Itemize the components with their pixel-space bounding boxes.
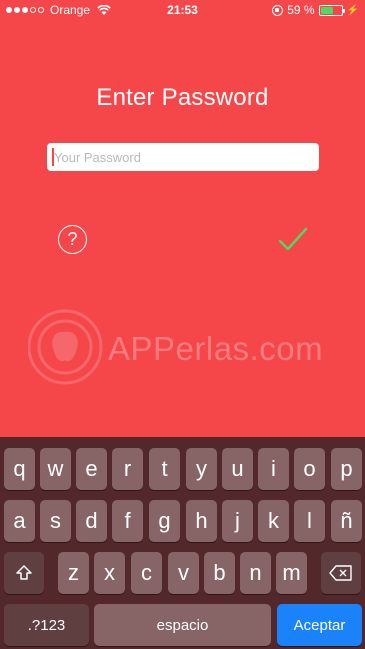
backspace-key[interactable] bbox=[321, 552, 361, 594]
shift-key[interactable] bbox=[4, 552, 44, 594]
help-button[interactable]: ? bbox=[58, 225, 87, 254]
numbers-key[interactable]: .?123 bbox=[4, 604, 89, 646]
key-n[interactable]: n bbox=[240, 552, 271, 594]
question-mark-icon: ? bbox=[67, 229, 78, 249]
backspace-icon bbox=[329, 565, 352, 581]
key-d[interactable]: d bbox=[76, 500, 107, 542]
key-f[interactable]: f bbox=[112, 500, 143, 542]
key-l[interactable]: l bbox=[294, 500, 325, 542]
key-x[interactable]: x bbox=[94, 552, 125, 594]
submit-checkmark-button[interactable] bbox=[278, 226, 308, 252]
battery-level-fill bbox=[320, 6, 333, 14]
key-i[interactable]: i bbox=[258, 448, 289, 490]
shift-icon bbox=[16, 565, 32, 580]
key-a[interactable]: a bbox=[4, 500, 35, 542]
key-h[interactable]: h bbox=[186, 500, 217, 542]
key-m[interactable]: m bbox=[276, 552, 307, 594]
battery-percent: 59 % bbox=[287, 3, 315, 17]
key-o[interactable]: o bbox=[294, 448, 325, 490]
page-title: Enter Password bbox=[96, 84, 269, 111]
key-j[interactable]: j bbox=[222, 500, 253, 542]
key-v[interactable]: v bbox=[168, 552, 199, 594]
key-b[interactable]: b bbox=[204, 552, 235, 594]
status-bar: Orange 21:53 59 % ⚡ bbox=[0, 0, 365, 20]
text-cursor bbox=[52, 148, 54, 166]
keyboard: q w e r t y u i o p a s d f g h j k l ñ … bbox=[0, 437, 365, 649]
key-n-tilde[interactable]: ñ bbox=[331, 500, 362, 542]
charging-bolt-icon: ⚡ bbox=[346, 4, 359, 16]
key-p[interactable]: p bbox=[331, 448, 362, 490]
key-c[interactable]: c bbox=[131, 552, 162, 594]
key-w[interactable]: w bbox=[40, 448, 71, 490]
key-q[interactable]: q bbox=[4, 448, 35, 490]
key-g[interactable]: g bbox=[149, 500, 180, 542]
watermark-text: APPerlas.com bbox=[108, 330, 324, 367]
key-t[interactable]: t bbox=[149, 448, 180, 490]
password-input[interactable] bbox=[47, 143, 319, 171]
key-s[interactable]: s bbox=[40, 500, 71, 542]
key-r[interactable]: r bbox=[112, 448, 143, 490]
key-y[interactable]: y bbox=[186, 448, 217, 490]
checkmark-icon bbox=[278, 227, 308, 251]
battery-icon bbox=[318, 4, 345, 16]
status-right: 59 % ⚡ bbox=[272, 3, 359, 17]
key-u[interactable]: u bbox=[222, 448, 253, 490]
key-k[interactable]: k bbox=[258, 500, 289, 542]
space-bar[interactable]: espacio bbox=[94, 604, 271, 646]
accept-button[interactable]: Aceptar bbox=[277, 604, 362, 646]
key-e[interactable]: e bbox=[76, 448, 107, 490]
orientation-lock-icon bbox=[272, 4, 284, 16]
key-z[interactable]: z bbox=[58, 552, 89, 594]
